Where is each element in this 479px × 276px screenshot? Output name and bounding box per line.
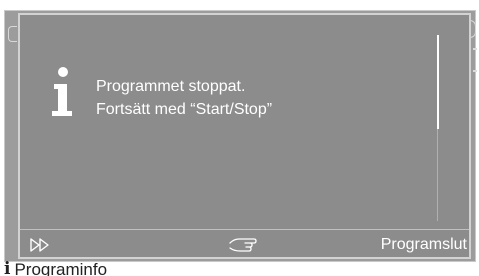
bottom-divider xyxy=(20,229,469,230)
info-icon xyxy=(52,67,72,116)
info-dialog: Programmet stoppat. Fortsätt med “Start/… xyxy=(18,13,471,259)
background-side-mark xyxy=(473,48,477,72)
footer-label: Programinfo xyxy=(14,260,108,276)
fast-forward-icon[interactable] xyxy=(28,235,54,255)
background-footer: i Programinfo xyxy=(4,256,107,276)
scroll-track xyxy=(437,129,438,221)
screen: i Programinfo Programmet stoppat. Fortsä… xyxy=(0,0,479,276)
message-line-1: Programmet stoppat. xyxy=(96,78,246,95)
dialog-message: Programmet stoppat. Fortsätt med “Start/… xyxy=(96,75,272,121)
program-end-button[interactable]: Programslut xyxy=(381,234,467,256)
bottom-bar: Programslut xyxy=(20,231,469,259)
pointing-hand-icon[interactable] xyxy=(228,235,258,255)
footer-info-icon: i xyxy=(4,259,11,276)
background-left-edge xyxy=(8,26,17,42)
scroll-thumb[interactable] xyxy=(437,35,439,129)
message-line-2: Fortsätt med “Start/Stop” xyxy=(96,101,273,118)
scrollbar[interactable] xyxy=(437,35,441,221)
